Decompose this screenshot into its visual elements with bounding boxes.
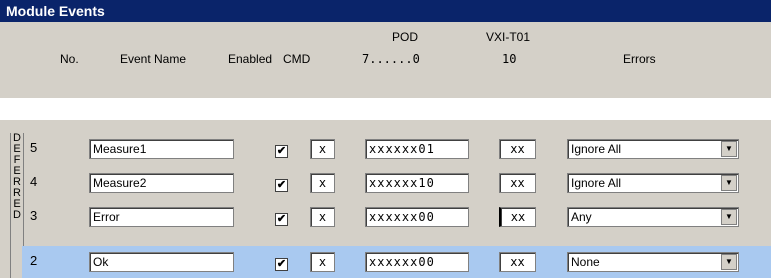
header-errors: Errors: [623, 52, 656, 66]
cmd-field[interactable]: x: [310, 139, 335, 159]
event-row-selected[interactable]: 2 Ok ✔ x xxxxxx00 xx None ▼: [22, 246, 771, 278]
event-name-field[interactable]: Measure1: [89, 139, 234, 159]
vxi-field[interactable]: xx: [499, 207, 536, 227]
cmd-field[interactable]: x: [310, 252, 335, 272]
cmd-field[interactable]: x: [310, 173, 335, 193]
errors-value: Ignore All: [571, 142, 622, 156]
cmd-field[interactable]: x: [310, 207, 335, 227]
event-row[interactable]: 4 Measure2 ✔ x xxxxxx10 xx Ignore All ▼: [22, 167, 771, 199]
event-name-field[interactable]: Error: [89, 207, 234, 227]
enabled-checkbox[interactable]: ✔: [275, 179, 288, 192]
header-vxi-sub: 10: [502, 52, 517, 66]
event-number: 2: [30, 253, 38, 268]
chevron-down-icon[interactable]: ▼: [721, 175, 737, 191]
event-row[interactable]: 3 Error ✔ x xxxxxx00 xx Any ▼: [22, 201, 771, 233]
header-pod: POD: [392, 30, 419, 44]
pod-field[interactable]: xxxxxx01: [365, 139, 469, 159]
pod-field[interactable]: xxxxxx00: [365, 252, 469, 272]
vxi-field[interactable]: xx: [499, 139, 536, 159]
errors-value: Any: [571, 210, 592, 224]
header-vxi: VXI-T01: [486, 30, 531, 44]
event-number: 4: [30, 174, 38, 189]
errors-dropdown[interactable]: Ignore All ▼: [567, 173, 739, 193]
event-number: 3: [30, 208, 38, 223]
blank-row: [0, 98, 771, 120]
header-pod-bits: 7......0: [362, 52, 420, 66]
errors-value: Ignore All: [571, 176, 622, 190]
header-no: No.: [60, 52, 79, 66]
event-number: 5: [30, 140, 38, 155]
chevron-down-icon[interactable]: ▼: [721, 254, 737, 270]
errors-value: None: [571, 255, 600, 269]
enabled-checkbox[interactable]: ✔: [275, 213, 288, 226]
chevron-down-icon[interactable]: ▼: [721, 209, 737, 225]
pod-field[interactable]: xxxxxx10: [365, 173, 469, 193]
vxi-field[interactable]: xx: [499, 252, 536, 272]
errors-dropdown[interactable]: Ignore All ▼: [567, 139, 739, 159]
chevron-down-icon[interactable]: ▼: [721, 141, 737, 157]
errors-dropdown[interactable]: None ▼: [567, 252, 739, 272]
enabled-checkbox[interactable]: ✔: [275, 258, 288, 271]
window-title: Module Events: [0, 0, 771, 22]
errors-dropdown[interactable]: Any ▼: [567, 207, 739, 227]
event-name-field[interactable]: Ok: [89, 252, 234, 272]
header-cmd: CMD: [283, 52, 311, 66]
enabled-checkbox[interactable]: ✔: [275, 145, 288, 158]
pod-field[interactable]: xxxxxx00: [365, 207, 469, 227]
vxi-field[interactable]: xx: [499, 173, 536, 193]
header-enabled: Enabled: [228, 52, 273, 66]
event-name-field[interactable]: Measure2: [89, 173, 234, 193]
header-event-name: Event Name: [120, 52, 187, 66]
event-row[interactable]: 5 Measure1 ✔ x xxxxxx01 xx Ignore All ▼: [22, 133, 771, 165]
